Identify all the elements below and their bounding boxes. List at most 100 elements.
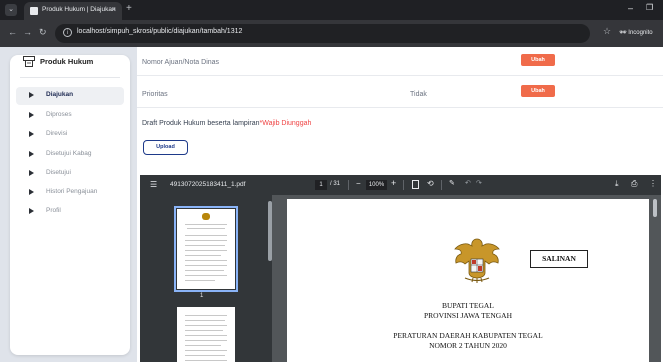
download-icon[interactable]: ⤓ [615, 179, 619, 189]
pdf-thumbnail-page-2[interactable] [177, 307, 235, 362]
thumbnail-text-line [187, 228, 225, 229]
pdf-page-scrollbar[interactable] [653, 199, 657, 217]
sidebar-item-diproses[interactable]: Diproses [10, 107, 130, 125]
document-line-nomor: NOMOR 2 TAHUN 2020 [429, 341, 507, 350]
back-arrow-icon[interactable]: ← [8, 27, 17, 37]
sidebar: Produk Hukum Diajukan Diproses Direvisi … [10, 55, 130, 355]
thumbnail-text-line [185, 270, 224, 271]
row-divider [137, 75, 663, 76]
toolbar-divider [348, 180, 349, 190]
tab-search-menu-icon[interactable]: ⌄ [5, 4, 17, 16]
fit-page-icon[interactable] [412, 180, 419, 189]
thumbnail-text-line [185, 240, 227, 241]
sidebar-item-direvisi[interactable]: Direvisi [10, 126, 130, 144]
sidebar-brand-title: Produk Hukum [40, 57, 94, 66]
sidebar-item-diajukan[interactable]: Diajukan [16, 87, 124, 105]
sidebar-item-label: Diajukan [46, 91, 74, 98]
pdf-page: SALINAN BUPATI TEGAL PROVINSI JAWA TENGA… [287, 199, 649, 362]
caret-right-icon [29, 112, 34, 118]
nomor-ajuan-label: Nomor Ajuan/Nota Dinas [142, 59, 220, 66]
thumbnail-text-line [185, 250, 227, 251]
prioritas-label: Prioritas [142, 91, 168, 98]
toolbar-divider [441, 180, 442, 190]
sidebar-item-label: Disetujui Kabag [46, 150, 92, 157]
sidebar-item-label: Profil [46, 207, 61, 214]
draft-label: Draft Produk Hukum beserta lampiran [142, 120, 260, 127]
tab-close-icon[interactable]: × [111, 5, 116, 14]
zoom-in-icon[interactable]: + [391, 178, 396, 188]
thumbnail-text-line [185, 345, 221, 346]
thumbnail-text-line [185, 265, 227, 266]
redo-icon[interactable]: ↷ [476, 179, 482, 187]
more-vertical-icon[interactable]: ⋮ [649, 179, 657, 188]
ubah-prioritas-button[interactable]: Ubah [521, 85, 555, 97]
ubah-nomor-button[interactable]: Ubah [521, 54, 555, 66]
draft-required-note: *Wajib Diunggah [259, 120, 312, 127]
thumbnail-text-line [185, 260, 227, 261]
garuda-emblem-icon [454, 238, 500, 283]
draft-heading: Draft Produk Hukum beserta lampiran*Waji… [142, 120, 311, 127]
sidebar-item-profil[interactable]: Profil [10, 203, 130, 221]
pdf-page-input[interactable]: 1 [315, 180, 327, 190]
upload-button[interactable]: Upload [143, 140, 188, 155]
incognito-badge[interactable]: 🕶 Incognito [614, 25, 658, 41]
menu-icon[interactable]: ☰ [150, 180, 157, 189]
document-line-bupati: BUPATI TEGAL [442, 301, 494, 310]
new-tab-icon[interactable]: + [126, 3, 132, 14]
pdf-thumbnail-page-1[interactable] [174, 206, 238, 292]
site-info-icon[interactable]: i [63, 28, 72, 37]
reload-icon[interactable]: ↻ [39, 27, 47, 38]
bookmark-star-icon[interactable]: ☆ [603, 26, 611, 37]
undo-icon[interactable]: ↶ [465, 179, 471, 187]
row-divider [137, 107, 663, 108]
thumbnail-text-line [185, 275, 227, 276]
pdf-zoom-input[interactable]: 100% [366, 180, 387, 190]
caret-right-icon [29, 189, 34, 195]
caret-right-icon [29, 131, 34, 137]
sidebar-item-label: Disetujui [46, 169, 71, 176]
window-restore-icon[interactable]: ❐ [646, 3, 653, 12]
browser-tab-bar: ⌄ Produk Hukum | Diajukan × + – ❐ [0, 0, 663, 20]
document-line-peraturan: PERATURAN DAERAH KABUPATEN TEGAL [393, 331, 543, 340]
thumbnail-scrollbar[interactable] [268, 201, 272, 261]
main-content: Nomor Ajuan/Nota Dinas Ubah Prioritas Ti… [137, 47, 663, 362]
caret-right-icon [29, 92, 34, 98]
pdf-filename: 4913072025183411_1.pdf [170, 181, 246, 188]
thumbnail-text-line [185, 330, 223, 331]
sidebar-item-label: Diproses [46, 111, 72, 118]
forward-arrow-icon[interactable]: → [23, 27, 32, 37]
print-icon[interactable]: ⎙ [631, 179, 637, 189]
toolbar-divider [403, 180, 404, 190]
incognito-label: Incognito [628, 30, 653, 36]
thumbnail-text-line [185, 320, 225, 321]
sidebar-item-disetujui[interactable]: Disetujui [10, 165, 130, 183]
thumbnail-page-number: 1 [200, 293, 204, 299]
prioritas-value: Tidak [410, 91, 427, 98]
url-input[interactable]: i localhost/simpuh_skrosi/public/diajuka… [55, 24, 590, 43]
thumbnail-text-line [185, 355, 225, 356]
annotate-pen-icon[interactable]: ✎ [449, 179, 455, 187]
thumbnail-text-line [185, 340, 227, 341]
window-minimize-icon[interactable]: – [628, 3, 633, 13]
sidebar-divider [20, 77, 120, 78]
sidebar-brand[interactable]: Produk Hukum [23, 55, 130, 78]
tab-title: Produk Hukum | Diajukan [42, 6, 116, 13]
url-text[interactable]: localhost/simpuh_skrosi/public/diajukan/… [77, 28, 242, 35]
thumbnail-text-line [185, 245, 225, 246]
pdf-thumbnail-panel: 1 [140, 195, 272, 362]
sidebar-item-disetujui-kabag[interactable]: Disetujui Kabag [10, 146, 130, 164]
caret-right-icon [29, 208, 34, 214]
sidebar-item-histori-pengajuan[interactable]: Histori Pengajuan [10, 184, 130, 202]
tab-favicon-icon [30, 7, 38, 15]
browser-tab-active[interactable]: Produk Hukum | Diajukan × [24, 2, 122, 20]
thumbnail-text-line [185, 325, 227, 326]
zoom-out-icon[interactable]: − [356, 179, 361, 188]
caret-right-icon [29, 151, 34, 157]
thumbnail-text-line [185, 224, 227, 225]
document-stack-icon [23, 56, 35, 67]
pdf-viewer[interactable]: ☰ 4913072025183411_1.pdf 1 / 31 − 100% +… [140, 175, 661, 362]
sidebar-item-label: Histori Pengajuan [46, 188, 98, 195]
rotate-icon[interactable]: ⟲ [427, 179, 434, 188]
thumbnail-text-line [185, 335, 227, 336]
sidebar-item-label: Direvisi [46, 130, 68, 137]
